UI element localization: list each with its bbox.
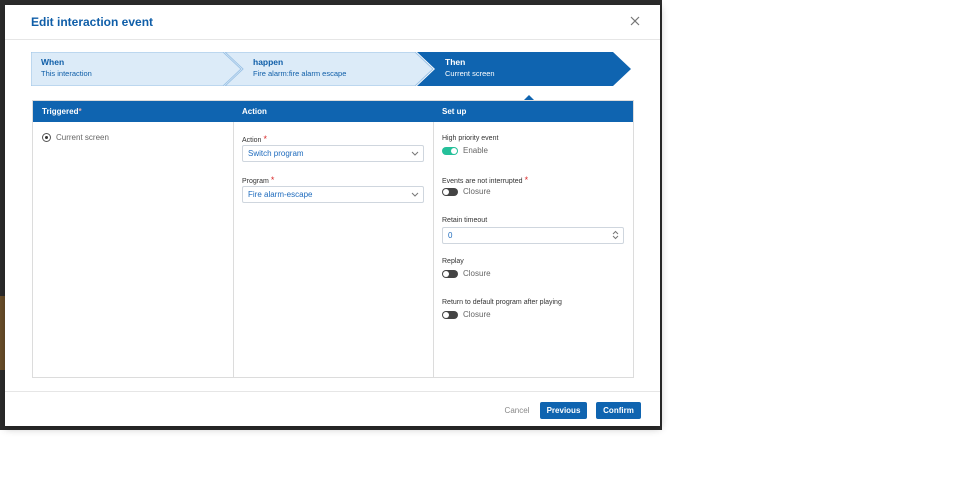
grid-header: Triggered* Action Set up	[33, 101, 633, 122]
dialog-footer: Cancel Previous Confirm	[5, 391, 660, 419]
program-select[interactable]: Fire alarm-escape	[242, 186, 424, 203]
header-triggered-label: Triggered	[42, 107, 79, 116]
required-mark: *	[263, 134, 267, 144]
retain-timeout-value: 0	[448, 231, 453, 240]
replay-state: Closure	[463, 269, 491, 278]
dialog-title: Edit interaction event	[31, 15, 154, 29]
required-mark: *	[270, 175, 275, 185]
step-progress: When This interaction happen Fire alarm:…	[31, 52, 631, 86]
column-divider	[233, 122, 234, 377]
header-triggered: Triggered*	[42, 107, 82, 116]
replay-row: Closure	[442, 269, 491, 278]
chevron-down-icon	[411, 191, 419, 200]
step-happen-title: happen	[253, 57, 284, 67]
column-divider	[433, 122, 434, 377]
not-interrupted-toggle[interactable]	[442, 187, 458, 196]
spinner-icon[interactable]	[612, 230, 619, 242]
not-interrupted-row: Closure	[442, 187, 491, 196]
previous-button[interactable]: Previous	[540, 402, 587, 419]
step-happen-subtitle: Fire alarm:fire alarm escape	[253, 69, 347, 78]
program-label-text: Program	[242, 178, 269, 185]
dialog-header: Edit interaction event	[5, 5, 660, 40]
cancel-button[interactable]: Cancel	[502, 402, 532, 419]
header-setup: Set up	[442, 107, 467, 116]
action-label-text: Action	[242, 137, 262, 144]
program-field-label: Program *	[242, 175, 274, 185]
replay-label: Replay	[442, 258, 464, 265]
not-interrupted-label-text: Events are not interrupted	[442, 178, 523, 185]
action-select[interactable]: Switch program	[242, 145, 424, 162]
return-default-toggle[interactable]	[442, 310, 458, 319]
replay-toggle[interactable]	[442, 269, 458, 278]
confirm-button[interactable]: Confirm	[596, 402, 641, 419]
edit-interaction-dialog: Edit interaction event When This interac…	[5, 5, 660, 426]
step-then-title: Then	[445, 57, 466, 67]
required-mark: *	[78, 107, 82, 116]
program-select-value: Fire alarm-escape	[248, 190, 313, 199]
retain-timeout-label: Retain timeout	[442, 217, 488, 224]
retain-timeout-input[interactable]: 0	[442, 227, 624, 244]
toggle-knob	[443, 311, 449, 318]
required-mark: *	[524, 175, 529, 185]
toggle-knob	[443, 270, 449, 277]
return-default-row: Closure	[442, 310, 491, 319]
high-priority-state: Enable	[463, 146, 488, 155]
toggle-knob	[451, 147, 457, 154]
not-interrupted-label: Events are not interrupted *	[442, 175, 528, 185]
radio-button[interactable]	[42, 133, 51, 142]
header-action: Action	[242, 107, 267, 116]
close-icon[interactable]	[628, 14, 642, 28]
action-select-value: Switch program	[248, 149, 304, 158]
action-field-label: Action *	[242, 134, 267, 144]
return-default-label: Return to default program after playing	[442, 299, 562, 306]
step-happen[interactable]: happen Fire alarm:fire alarm escape	[253, 57, 346, 78]
event-config-grid: Triggered* Action Set up Current screen …	[32, 100, 634, 378]
step-when[interactable]: When This interaction	[41, 57, 92, 78]
high-priority-row: Enable	[442, 146, 488, 155]
high-priority-toggle[interactable]	[442, 146, 458, 155]
not-interrupted-state: Closure	[463, 187, 491, 196]
step-then[interactable]: Then Current screen	[445, 57, 495, 78]
return-default-state: Closure	[463, 310, 491, 319]
step-then-subtitle: Current screen	[445, 69, 495, 78]
step-when-subtitle: This interaction	[41, 69, 92, 78]
radio-label: Current screen	[56, 133, 109, 142]
chevron-down-icon	[411, 150, 419, 159]
toggle-knob	[443, 188, 449, 195]
step-when-title: When	[41, 57, 65, 67]
high-priority-label: High priority event	[442, 135, 499, 142]
triggered-option-current-screen[interactable]: Current screen	[42, 133, 109, 142]
